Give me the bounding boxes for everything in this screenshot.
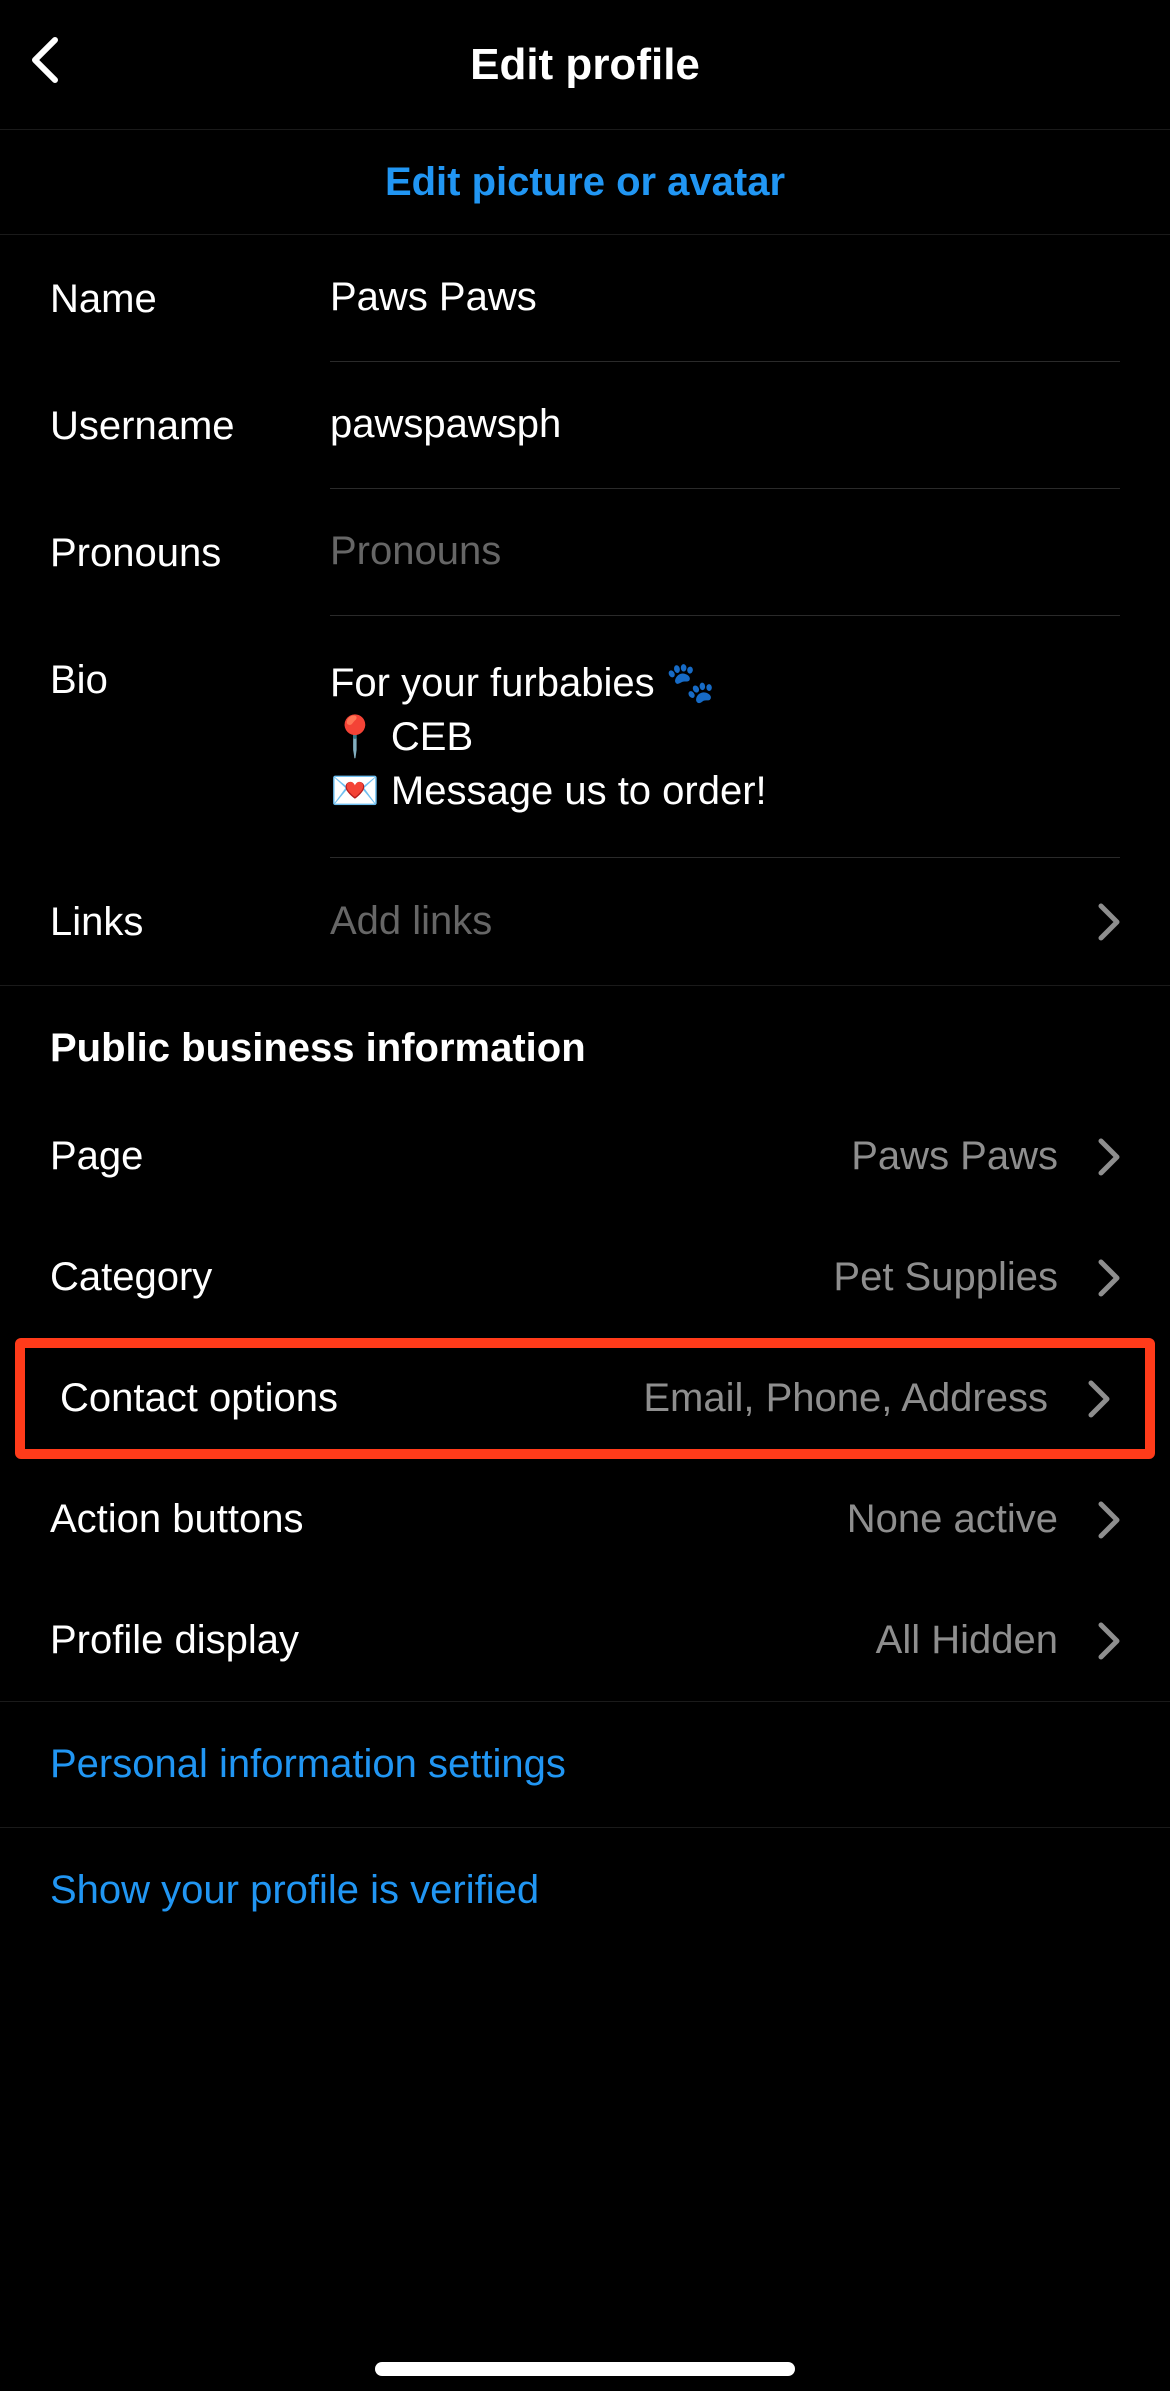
chevron-right-icon <box>1098 1622 1120 1660</box>
chevron-right-icon <box>1098 1138 1120 1176</box>
chevron-right-icon <box>1098 903 1120 941</box>
edit-picture-row[interactable]: Edit picture or avatar <box>0 130 1170 235</box>
home-indicator[interactable] <box>375 2362 795 2376</box>
links-placeholder: Add links <box>330 899 1078 944</box>
category-row[interactable]: Category Pet Supplies <box>0 1217 1170 1338</box>
bio-value: For your furbabies 🐾 📍 CEB 💌 Message us … <box>330 656 1120 818</box>
contact-options-row[interactable]: Contact options Email, Phone, Address <box>25 1348 1145 1449</box>
category-label: Category <box>50 1255 833 1300</box>
profile-display-row[interactable]: Profile display All Hidden <box>0 1580 1170 1701</box>
bio-label: Bio <box>50 656 330 703</box>
bio-row[interactable]: Bio For your furbabies 🐾 📍 CEB 💌 Message… <box>0 616 1170 858</box>
form-section: Name Paws Paws Username pawspawsph Prono… <box>0 235 1170 986</box>
name-value: Paws Paws <box>330 275 1120 320</box>
page-row[interactable]: Page Paws Paws <box>0 1096 1170 1217</box>
page-title: Edit profile <box>470 40 700 90</box>
verified-row[interactable]: Show your profile is verified <box>0 1827 1170 1953</box>
header: Edit profile <box>0 0 1170 130</box>
chevron-right-icon <box>1098 1501 1120 1539</box>
username-label: Username <box>50 402 330 449</box>
chevron-left-icon <box>30 35 60 85</box>
personal-info-link: Personal information settings <box>50 1742 566 1786</box>
username-value: pawspawsph <box>330 402 1120 447</box>
page-label: Page <box>50 1134 851 1179</box>
contact-options-highlight: Contact options Email, Phone, Address <box>15 1338 1155 1459</box>
profile-display-label: Profile display <box>50 1618 876 1663</box>
links-row[interactable]: Links Add links <box>0 858 1170 986</box>
action-buttons-value: None active <box>847 1497 1058 1542</box>
username-row[interactable]: Username pawspawsph <box>0 362 1170 489</box>
chevron-right-icon <box>1088 1380 1110 1418</box>
pronouns-placeholder: Pronouns <box>330 529 1120 574</box>
contact-options-label: Contact options <box>60 1376 643 1421</box>
links-label: Links <box>50 898 330 945</box>
pronouns-row[interactable]: Pronouns Pronouns <box>0 489 1170 616</box>
personal-info-row[interactable]: Personal information settings <box>0 1701 1170 1827</box>
contact-options-value: Email, Phone, Address <box>643 1376 1048 1421</box>
profile-display-value: All Hidden <box>876 1618 1058 1663</box>
edit-picture-link: Edit picture or avatar <box>385 160 785 205</box>
action-buttons-row[interactable]: Action buttons None active <box>0 1459 1170 1580</box>
name-label: Name <box>50 275 330 322</box>
business-section-header: Public business information <box>0 986 1170 1096</box>
verified-link: Show your profile is verified <box>50 1868 539 1912</box>
name-row[interactable]: Name Paws Paws <box>0 235 1170 362</box>
pronouns-label: Pronouns <box>50 529 330 576</box>
action-buttons-label: Action buttons <box>50 1497 847 1542</box>
category-value: Pet Supplies <box>833 1255 1058 1300</box>
page-value: Paws Paws <box>851 1134 1058 1179</box>
back-button[interactable] <box>20 35 70 85</box>
chevron-right-icon <box>1098 1259 1120 1297</box>
